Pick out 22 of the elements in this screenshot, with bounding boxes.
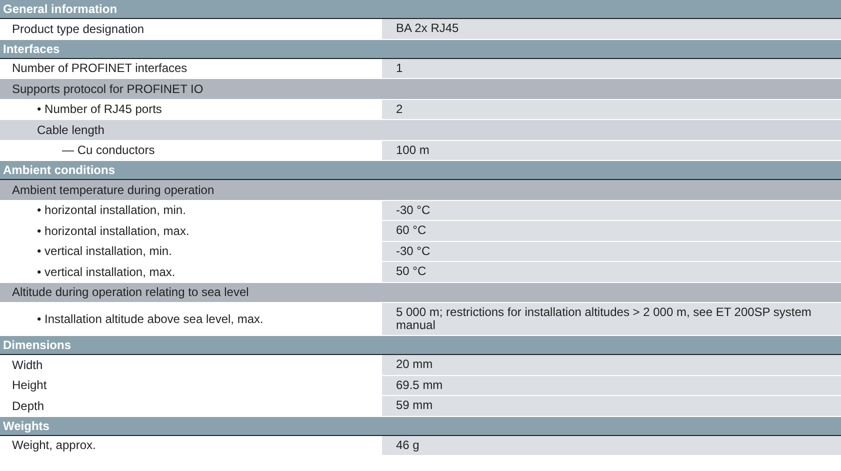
value-cell: 100 m — [382, 140, 841, 160]
group-label: Ambient temperature during operation — [12, 182, 214, 199]
value-cell: -30 °C — [382, 200, 841, 220]
value-cell: 50 °C — [382, 262, 841, 282]
value-cell: 59 mm — [382, 396, 841, 416]
value-cell: 46 g — [382, 436, 841, 455]
value-cell: 1 — [382, 58, 841, 78]
group-label: Cable length — [37, 122, 104, 139]
section-header: General information — [0, 0, 841, 19]
value-cell: -30 °C — [382, 242, 841, 261]
value-cell: 60 °C — [382, 221, 841, 240]
section-header: Ambient conditions — [0, 161, 841, 180]
section-header: Dimensions — [0, 336, 841, 355]
value-cell: BA 2x RJ45 — [382, 19, 841, 38]
section-header: Weights — [0, 416, 841, 436]
group-label: Supports protocol for PROFINET IO — [12, 80, 204, 98]
value-cell: 5 000 m; restrictions for installation altitudes > 2 000 m, see ET 200SP system manual — [382, 303, 841, 335]
group-label: Altitude during operation relating to sea level — [12, 284, 249, 302]
value-cell: 2 — [382, 100, 841, 119]
value-cell: 20 mm — [382, 355, 841, 374]
section-header: Interfaces — [0, 40, 841, 58]
value-cell: 69.5 mm — [382, 376, 841, 395]
